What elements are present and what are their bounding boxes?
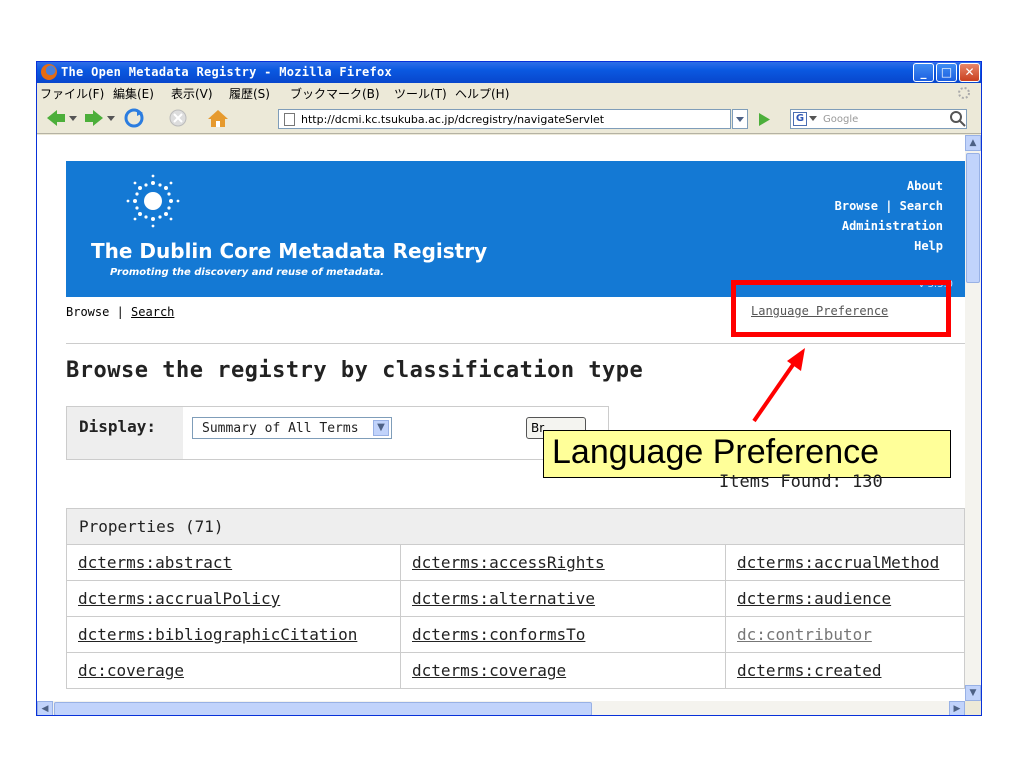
language-preference-callout: Language Preference [543,430,951,478]
search-engine-icon[interactable]: G [793,112,807,126]
scroll-right-icon[interactable]: ▶ [949,701,965,715]
items-found-count: Items Found: 130 [719,472,883,492]
nav-about[interactable]: About [835,176,943,196]
throbber-icon [958,87,970,99]
term-link[interactable]: dcterms:alternative [412,589,595,608]
firefox-icon [41,64,57,80]
search-input[interactable]: G Google [790,109,967,129]
chevron-down-icon[interactable]: ▼ [373,420,389,436]
menu-view[interactable]: 表示(V) [171,85,213,102]
term-link[interactable]: dcterms:accessRights [412,553,605,572]
properties-table: Properties (71) dcterms:abstract dcterms… [66,508,965,689]
site-banner: The Dublin Core Metadata Registry Promot… [66,161,965,297]
title-bar[interactable]: The Open Metadata Registry - Mozilla Fir… [37,62,981,83]
table-row: dcterms:bibliographicCitation dcterms:co… [66,617,965,653]
page-icon [284,113,295,126]
properties-header: Properties (71) [66,508,965,545]
table-row: dcterms:accrualPolicy dcterms:alternativ… [66,581,965,617]
term-link[interactable]: dcterms:bibliographicCitation [78,625,357,644]
reload-icon[interactable] [123,108,145,128]
term-link[interactable]: dcterms:audience [737,589,891,608]
minimize-button[interactable]: _ [913,63,934,82]
forward-dropdown-icon[interactable] [107,116,115,122]
term-link[interactable]: dcterms:created [737,661,882,680]
arrow-annotation-icon [752,348,805,423]
term-link[interactable]: dc:contributor [737,625,872,644]
forward-icon[interactable] [83,108,105,128]
page-content: The Dublin Core Metadata Registry Promot… [37,135,965,701]
breadcrumb: Browse | Search [66,305,175,319]
back-dropdown-icon[interactable] [69,116,77,122]
search-placeholder: Google [823,114,859,125]
divider [66,343,965,344]
url-bar[interactable]: http://dcmi.kc.tsukuba.ac.jp/dcregistry/… [278,109,731,129]
vertical-scrollbar[interactable]: ▲ ▼ [965,135,981,701]
term-link[interactable]: dcterms:conformsTo [412,625,585,644]
banner-nav: About Browse | Search Administration Hel… [835,176,943,256]
search-icon[interactable] [949,110,967,128]
go-icon[interactable] [754,110,774,129]
menu-help[interactable]: ヘルプ(H) [455,85,509,102]
term-link[interactable]: dcterms:accrualMethod [737,553,939,572]
term-link[interactable]: dcterms:coverage [412,661,566,680]
breadcrumb-browse: Browse [66,305,110,319]
nav-administration[interactable]: Administration [835,216,943,236]
window-title: The Open Metadata Registry - Mozilla Fir… [61,65,393,79]
term-link[interactable]: dcterms:abstract [78,553,232,572]
table-row: dcterms:abstract dcterms:accessRights dc… [66,545,965,581]
page-title: Browse the registry by classification ty… [66,358,644,383]
stop-icon[interactable] [167,108,189,128]
maximize-button[interactable]: □ [936,63,957,82]
menu-bookmarks[interactable]: ブックマーク(B) [290,85,380,102]
site-tagline: Promoting the discovery and reuse of met… [110,267,385,278]
scroll-left-icon[interactable]: ◀ [37,701,53,715]
scroll-up-icon[interactable]: ▲ [965,135,981,151]
horizontal-scroll-thumb[interactable] [54,702,592,715]
url-dropdown-button[interactable] [732,109,748,129]
site-title: The Dublin Core Metadata Registry [91,239,488,263]
menu-file[interactable]: ファイル(F) [40,85,104,102]
back-icon[interactable] [45,108,67,128]
term-link[interactable]: dc:coverage [78,661,184,680]
dublin-core-logo [126,174,180,228]
scroll-down-icon[interactable]: ▼ [965,685,981,701]
vertical-scroll-thumb[interactable] [966,153,980,283]
browser-window: The Open Metadata Registry - Mozilla Fir… [36,61,982,716]
menu-bar: ファイル(F) 編集(E) 表示(V) 履歴(S) ブックマーク(B) ツール(… [37,83,981,102]
breadcrumb-search-link[interactable]: Search [131,305,174,319]
navigation-toolbar: http://dcmi.kc.tsukuba.ac.jp/dcregistry/… [37,102,981,134]
close-button[interactable]: ✕ [959,63,980,82]
display-label: Display: [67,407,183,459]
search-engine-dropdown-icon[interactable] [809,116,817,122]
display-select-value: Summary of All Terms [202,421,359,436]
table-row: dc:coverage dcterms:coverage dcterms:cre… [66,653,965,689]
home-icon[interactable] [207,108,229,128]
display-select[interactable]: Summary of All Terms ▼ [192,417,392,439]
nav-help[interactable]: Help [835,236,943,256]
term-link[interactable]: dcterms:accrualPolicy [78,589,280,608]
horizontal-scrollbar[interactable]: ◀ ▶ [37,701,965,715]
menu-tools[interactable]: ツール(T) [394,85,447,102]
menu-history[interactable]: 履歴(S) [229,85,270,102]
display-controls: Display: Summary of All Terms ▼ Br [66,406,609,460]
menu-edit[interactable]: 編集(E) [113,85,154,102]
nav-browse-search[interactable]: Browse | Search [835,196,943,216]
url-text: http://dcmi.kc.tsukuba.ac.jp/dcregistry/… [301,113,605,126]
highlight-box [731,280,951,337]
